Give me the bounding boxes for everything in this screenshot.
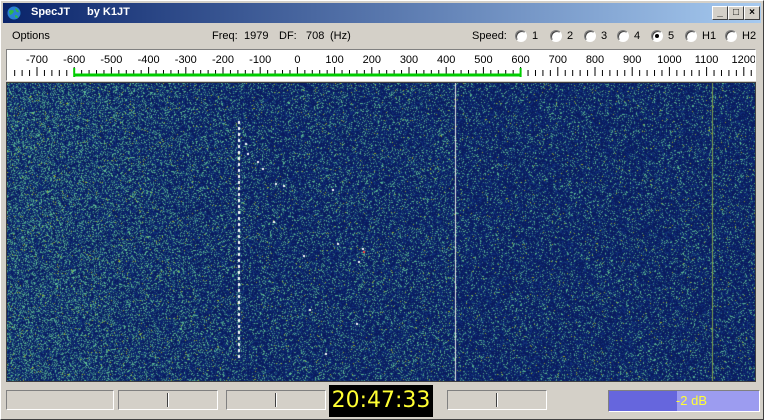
radio-circle-icon[interactable] [651, 30, 663, 42]
scale-tick-label: 1100 [695, 54, 719, 66]
scale-tick-label: -100 [249, 54, 271, 66]
speed-radio-5[interactable]: 5 [651, 30, 674, 42]
speed-radio-label: H1 [702, 30, 717, 42]
radio-circle-icon[interactable] [685, 30, 697, 42]
specjt-window: SpecJT by K1JT _ □ × Options Freq: 1979 … [0, 0, 764, 420]
status-bar: 20:47:33 -2 dB [3, 384, 761, 418]
radio-circle-icon[interactable] [584, 30, 596, 42]
scale-tick-label: -200 [212, 54, 234, 66]
speed-radio-label: H2 [742, 30, 757, 42]
scale-tick-label: -500 [100, 54, 122, 66]
frequency-scale-svg: -700 -600 -500 -400 -300 -200 -100 0 100 200 300 40… [14, 54, 756, 77]
radio-circle-icon[interactable] [725, 30, 737, 42]
menu-bar: Options Freq: 1979 DF: 708 (Hz) Speed: 1… [3, 25, 761, 47]
minimize-button[interactable]: _ [712, 6, 728, 20]
speed-radio-label: 1 [532, 30, 539, 42]
radio-circle-icon[interactable] [617, 30, 629, 42]
scale-tick-label: 1200 [732, 54, 756, 66]
freq-value: 1979 [244, 30, 269, 42]
scale-tick-label: 400 [437, 54, 455, 66]
speed-radio-3[interactable]: 3 [584, 30, 607, 42]
df-unit: (Hz) [330, 30, 351, 42]
zero-slider[interactable] [226, 390, 326, 410]
df-label: DF: [279, 30, 297, 42]
scale-tick-label: 600 [511, 54, 529, 66]
frequency-scale: -700 -600 -500 -400 -300 -200 -100 0 100 200 300 40… [6, 49, 756, 81]
scale-tick-label: 800 [586, 54, 604, 66]
title-bar: SpecJT by K1JT _ □ × [3, 3, 761, 23]
scale-tick-label: 200 [363, 54, 381, 66]
window-title: SpecJT [31, 6, 71, 18]
status-panel-1 [6, 390, 114, 410]
scale-tick-label: 900 [623, 54, 641, 66]
radio-circle-icon[interactable] [550, 30, 562, 42]
speed-radio-label: 4 [634, 30, 641, 42]
waterfall-canvas[interactable] [7, 83, 755, 381]
signal-level-text: -2 dB [675, 393, 707, 408]
globe-icon[interactable] [6, 5, 22, 21]
scale-tick-label: 1000 [657, 54, 681, 66]
scale-tick-label: 700 [549, 54, 567, 66]
window-author: by K1JT [87, 6, 130, 18]
speed-radio-4[interactable]: 4 [617, 30, 640, 42]
speed-radio-h1[interactable]: H1 [685, 30, 716, 42]
radio-circle-icon[interactable] [515, 30, 527, 42]
maximize-button[interactable]: □ [728, 6, 744, 20]
scale-tick-label: -700 [26, 54, 48, 66]
scale-tick-label: -300 [175, 54, 197, 66]
speed-radio-label: 5 [668, 30, 675, 42]
speed-label: Speed: [472, 30, 507, 42]
gain-slider-thumb[interactable] [167, 393, 169, 407]
df-value: 708 [306, 30, 325, 42]
gain-slider[interactable] [118, 390, 218, 410]
scale-tick-label: 100 [325, 54, 343, 66]
close-button[interactable]: × [744, 6, 760, 20]
speed-radio-2[interactable]: 2 [550, 30, 573, 42]
scale-tick-label: 300 [400, 54, 418, 66]
signal-level-meter: -2 dB [608, 390, 760, 412]
zero-slider-thumb[interactable] [275, 393, 277, 407]
speed-radio-label: 2 [567, 30, 574, 42]
speed-radio-h2[interactable]: H2 [725, 30, 756, 42]
freq-label: Freq: [212, 30, 238, 42]
scale-tick-label: 500 [474, 54, 492, 66]
speed-radio-1[interactable]: 1 [515, 30, 538, 42]
menu-options[interactable]: Options [12, 30, 50, 42]
speed-radio-label: 3 [601, 30, 608, 42]
scale-tick-label: -600 [63, 54, 85, 66]
scale-tick-label: -400 [138, 54, 160, 66]
brightness-slider[interactable] [447, 390, 547, 410]
waterfall-display[interactable] [6, 82, 756, 382]
brightness-slider-thumb[interactable] [496, 393, 498, 407]
scale-tick-label: 0 [294, 54, 300, 66]
utc-clock: 20:47:33 [329, 385, 433, 417]
